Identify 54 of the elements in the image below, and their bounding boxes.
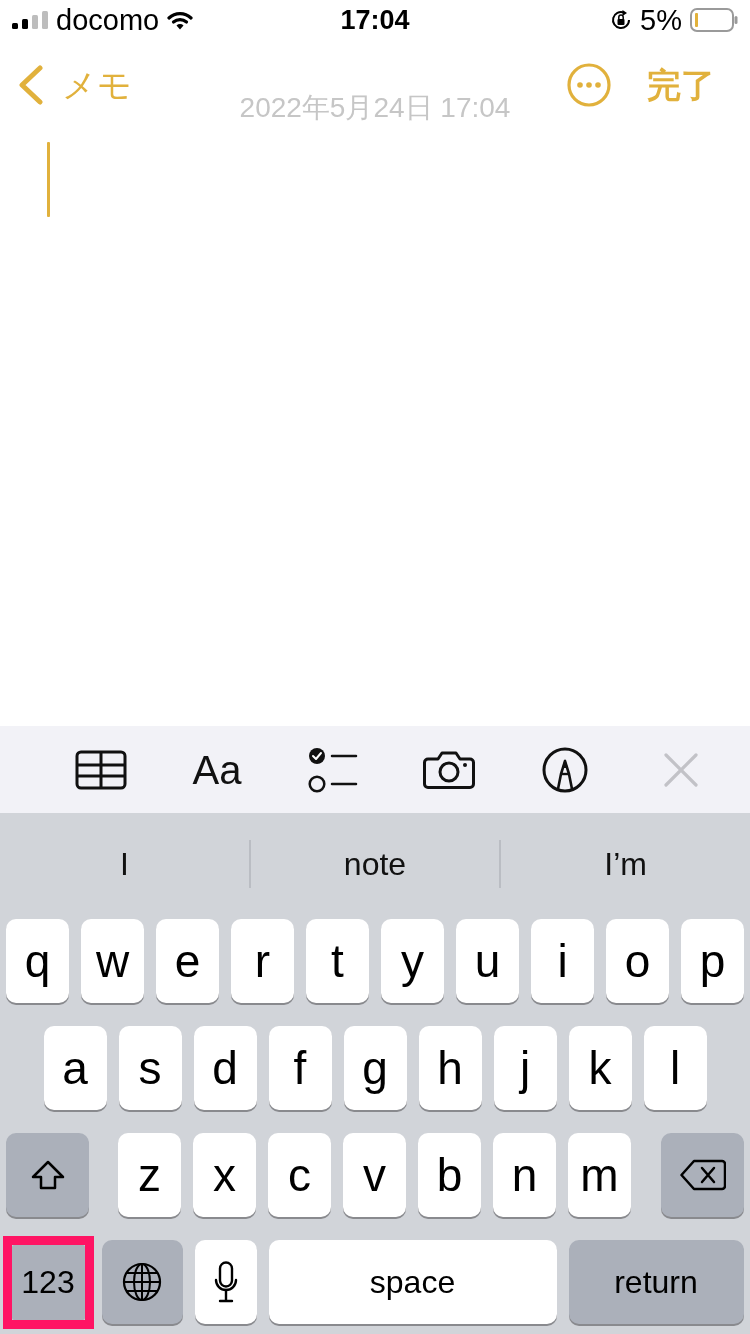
back-chevron-icon <box>18 65 44 105</box>
table-icon[interactable] <box>75 749 127 790</box>
letter-key[interactable]: r <box>231 919 294 1003</box>
letter-key[interactable]: b <box>418 1133 481 1217</box>
letter-key[interactable]: x <box>193 1133 256 1217</box>
space-key[interactable]: space <box>268 1240 557 1324</box>
letter-key[interactable]: k <box>568 1026 632 1110</box>
letter-key[interactable]: v <box>343 1133 406 1217</box>
delete-key[interactable] <box>661 1133 744 1217</box>
letter-key[interactable]: i <box>531 919 594 1003</box>
camera-icon[interactable] <box>423 749 475 790</box>
signal-icon <box>12 11 48 29</box>
letter-key[interactable]: l <box>643 1026 707 1110</box>
shift-key[interactable] <box>6 1133 89 1217</box>
letter-key[interactable]: a <box>43 1026 107 1110</box>
letter-key[interactable]: p <box>681 919 744 1003</box>
pen-markup-icon[interactable] <box>542 746 588 793</box>
clock-time: 17:04 <box>340 6 410 34</box>
note-date: 2022年5月24日 17:04 <box>239 92 511 123</box>
shift-icon <box>30 1160 65 1190</box>
rotation-lock-icon <box>610 9 633 31</box>
suggestion-item[interactable]: note <box>343 848 407 880</box>
suggestion-item[interactable]: I <box>119 848 129 880</box>
return-key[interactable]: return <box>568 1240 744 1324</box>
globe-key[interactable] <box>101 1240 183 1324</box>
letter-key[interactable]: w <box>81 919 144 1003</box>
letter-key[interactable]: e <box>156 919 219 1003</box>
letter-key[interactable]: y <box>381 919 444 1003</box>
letter-key[interactable]: c <box>268 1133 331 1217</box>
microphone-key[interactable] <box>194 1240 257 1324</box>
carrier-name: docomo <box>56 5 160 35</box>
battery-icon <box>690 8 738 32</box>
letter-key[interactable]: h <box>418 1026 482 1110</box>
letter-key[interactable]: o <box>606 919 669 1003</box>
microphone-icon <box>213 1261 238 1303</box>
wifi-icon <box>167 10 194 30</box>
suggestion-item[interactable]: I’m <box>604 848 647 880</box>
letter-key[interactable]: g <box>343 1026 407 1110</box>
text-format-button[interactable]: Aa <box>192 749 242 790</box>
checklist-icon[interactable] <box>308 746 358 793</box>
globe-icon <box>122 1262 162 1302</box>
battery-percent: 5% <box>640 5 682 35</box>
letter-key[interactable]: u <box>456 919 519 1003</box>
letter-key[interactable]: f <box>268 1026 332 1110</box>
letter-key[interactable]: m <box>568 1133 631 1217</box>
letter-key[interactable]: n <box>493 1133 556 1217</box>
letter-key[interactable]: d <box>193 1026 257 1110</box>
letter-key[interactable]: s <box>118 1026 182 1110</box>
letter-key[interactable]: t <box>306 919 369 1003</box>
letter-key[interactable]: q <box>6 919 69 1003</box>
letter-key[interactable]: z <box>118 1133 181 1217</box>
backspace-icon <box>679 1159 726 1191</box>
letter-key[interactable]: j <box>493 1026 557 1110</box>
numbers-key[interactable]: 123 <box>11 1244 85 1320</box>
